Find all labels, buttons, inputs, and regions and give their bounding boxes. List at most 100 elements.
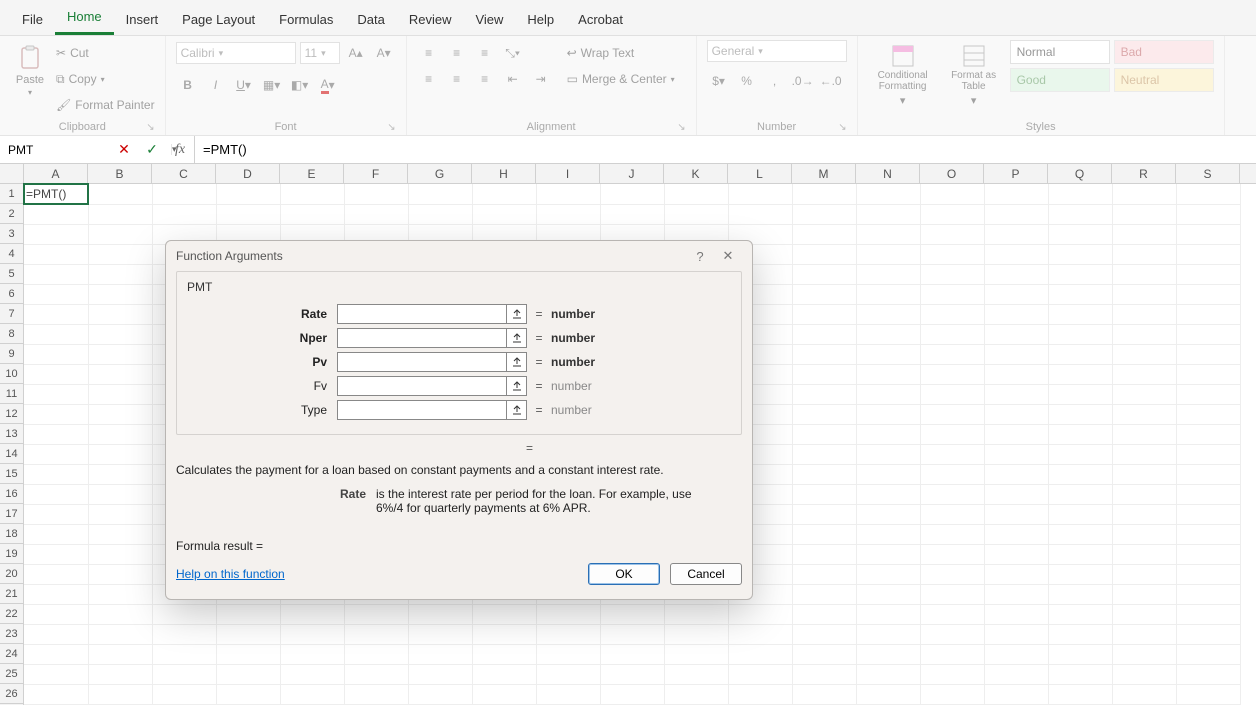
cell-P25[interactable] [984, 664, 1048, 684]
cell-N3[interactable] [856, 224, 920, 244]
cell-Q4[interactable] [1048, 244, 1112, 264]
tab-data[interactable]: Data [345, 4, 396, 35]
cell-B2[interactable] [88, 204, 152, 224]
cell-H23[interactable] [472, 624, 536, 644]
cell-K25[interactable] [664, 664, 728, 684]
cell-O20[interactable] [920, 564, 984, 584]
cell-G25[interactable] [408, 664, 472, 684]
cell-I25[interactable] [536, 664, 600, 684]
cell-Q15[interactable] [1048, 464, 1112, 484]
cell-A13[interactable] [24, 424, 88, 444]
cell-S14[interactable] [1176, 444, 1240, 464]
cell-B26[interactable] [88, 684, 152, 704]
arg-input-rate[interactable] [337, 304, 507, 324]
collapse-dialog-icon[interactable] [507, 376, 527, 396]
col-header-O[interactable]: O [920, 164, 984, 183]
arg-input-fv[interactable] [337, 376, 507, 396]
cell-B12[interactable] [88, 404, 152, 424]
ok-button[interactable]: OK [588, 563, 660, 585]
cell-H25[interactable] [472, 664, 536, 684]
cell-N25[interactable] [856, 664, 920, 684]
cell-N18[interactable] [856, 524, 920, 544]
cell-B15[interactable] [88, 464, 152, 484]
italic-button[interactable]: I [204, 73, 228, 97]
cell-A2[interactable] [24, 204, 88, 224]
increase-indent-icon[interactable]: ⇥ [529, 67, 553, 91]
cell-B17[interactable] [88, 504, 152, 524]
cell-N8[interactable] [856, 324, 920, 344]
cell-S15[interactable] [1176, 464, 1240, 484]
cell-R11[interactable] [1112, 384, 1176, 404]
cell-A8[interactable] [24, 324, 88, 344]
cell-M26[interactable] [792, 684, 856, 704]
cell-R17[interactable] [1112, 504, 1176, 524]
align-middle-icon[interactable]: ≡ [445, 41, 469, 65]
cell-N11[interactable] [856, 384, 920, 404]
row-header-3[interactable]: 3 [0, 224, 23, 244]
cell-B6[interactable] [88, 284, 152, 304]
cell-A3[interactable] [24, 224, 88, 244]
col-header-Q[interactable]: Q [1048, 164, 1112, 183]
cell-Q20[interactable] [1048, 564, 1112, 584]
number-format-combo[interactable]: General▾ [707, 40, 847, 62]
cell-B3[interactable] [88, 224, 152, 244]
cell-N2[interactable] [856, 204, 920, 224]
cell-P22[interactable] [984, 604, 1048, 624]
cell-Q17[interactable] [1048, 504, 1112, 524]
cell-R23[interactable] [1112, 624, 1176, 644]
cell-F26[interactable] [344, 684, 408, 704]
cancel-button[interactable]: Cancel [670, 563, 742, 585]
cell-N1[interactable] [856, 184, 920, 204]
row-header-4[interactable]: 4 [0, 244, 23, 264]
cell-H26[interactable] [472, 684, 536, 704]
cell-P13[interactable] [984, 424, 1048, 444]
cell-L23[interactable] [728, 624, 792, 644]
cell-F25[interactable] [344, 664, 408, 684]
cell-N13[interactable] [856, 424, 920, 444]
cell-O17[interactable] [920, 504, 984, 524]
cell-P24[interactable] [984, 644, 1048, 664]
cell-R6[interactable] [1112, 284, 1176, 304]
cancel-formula-icon[interactable]: ✕ [110, 141, 138, 158]
cell-M23[interactable] [792, 624, 856, 644]
cell-S9[interactable] [1176, 344, 1240, 364]
cell-R14[interactable] [1112, 444, 1176, 464]
cell-O19[interactable] [920, 544, 984, 564]
tab-formulas[interactable]: Formulas [267, 4, 345, 35]
cell-Q16[interactable] [1048, 484, 1112, 504]
cell-A6[interactable] [24, 284, 88, 304]
format-painter-button[interactable]: 🖌 Format Painter [56, 92, 155, 118]
cell-M8[interactable] [792, 324, 856, 344]
cell-A7[interactable] [24, 304, 88, 324]
cell-R9[interactable] [1112, 344, 1176, 364]
cell-B10[interactable] [88, 364, 152, 384]
cell-B22[interactable] [88, 604, 152, 624]
row-header-10[interactable]: 10 [0, 364, 23, 384]
row-header-22[interactable]: 22 [0, 604, 23, 624]
cell-S5[interactable] [1176, 264, 1240, 284]
col-header-H[interactable]: H [472, 164, 536, 183]
cell-G24[interactable] [408, 644, 472, 664]
cell-R7[interactable] [1112, 304, 1176, 324]
bold-button[interactable]: B [176, 73, 200, 97]
col-header-N[interactable]: N [856, 164, 920, 183]
enter-formula-icon[interactable]: ✓ [138, 141, 166, 158]
tab-file[interactable]: File [10, 4, 55, 35]
cell-N4[interactable] [856, 244, 920, 264]
cell-A15[interactable] [24, 464, 88, 484]
cell-R12[interactable] [1112, 404, 1176, 424]
cell-J24[interactable] [600, 644, 664, 664]
cell-Q24[interactable] [1048, 644, 1112, 664]
cell-K26[interactable] [664, 684, 728, 704]
row-header-21[interactable]: 21 [0, 584, 23, 604]
cell-S4[interactable] [1176, 244, 1240, 264]
cell-Q2[interactable] [1048, 204, 1112, 224]
cell-P26[interactable] [984, 684, 1048, 704]
row-header-16[interactable]: 16 [0, 484, 23, 504]
cell-M3[interactable] [792, 224, 856, 244]
decrease-decimal-icon[interactable]: ←.0 [819, 69, 843, 93]
cell-N24[interactable] [856, 644, 920, 664]
cell-S16[interactable] [1176, 484, 1240, 504]
cell-H24[interactable] [472, 644, 536, 664]
tab-acrobat[interactable]: Acrobat [566, 4, 635, 35]
